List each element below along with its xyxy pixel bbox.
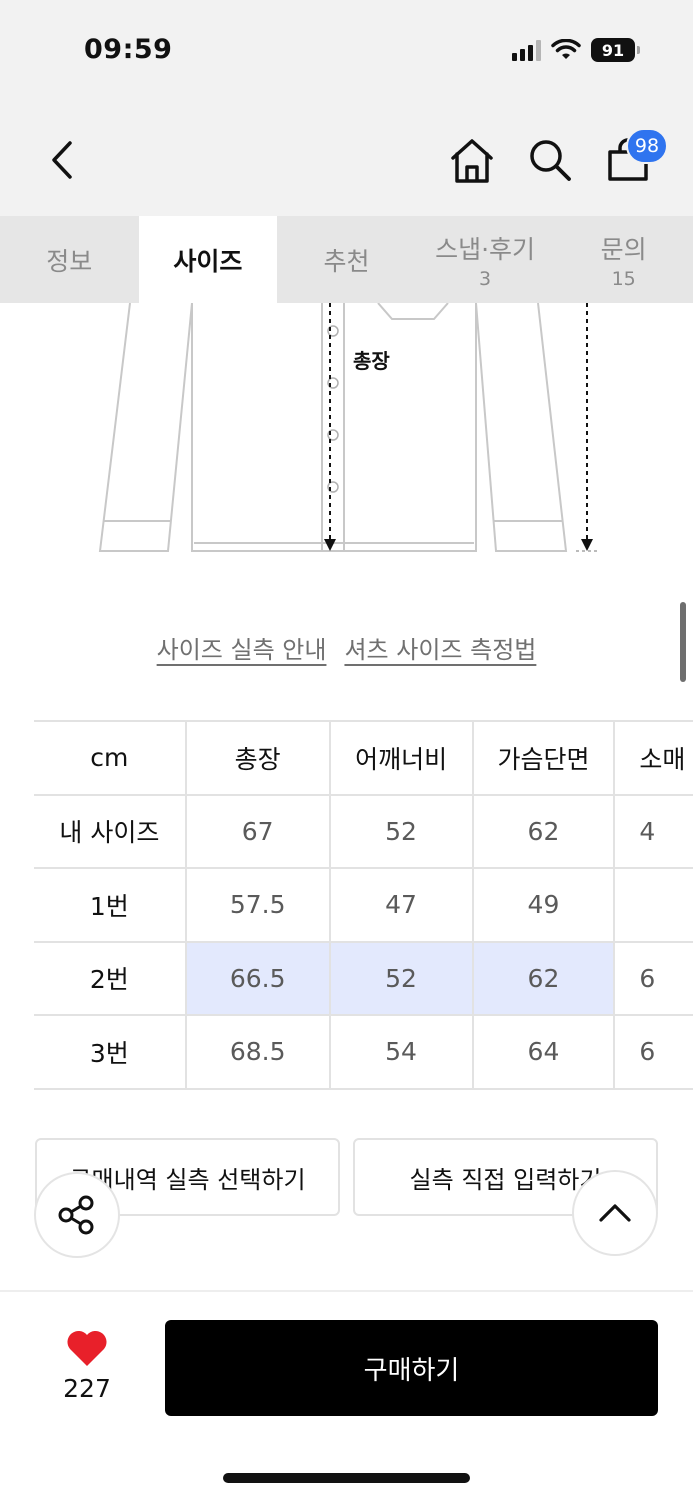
home-button[interactable] [446,134,498,186]
tab-label: 문의 [600,234,647,264]
tab-label: 사이즈 [173,246,243,276]
table-cell: 52 [329,793,474,869]
table-header-cell: cm [34,720,187,796]
table-cell: 67 [185,793,331,869]
tab-count: 15 [611,267,636,290]
size-table-container: cm 총장 어깨너비 가슴단면 소매 내 사이즈 67 52 62 4 1번 5… [0,700,693,1100]
table-cell: 64 [472,1014,616,1090]
header: 98 [0,100,693,216]
row-label: 3번 [34,1014,187,1090]
table-cell: 49 [472,867,616,943]
tab-bar: 정보 사이즈 추천 스냅·후기 3 문의 15 [0,216,693,303]
button-label: 실측 직접 입력하기 [409,1165,602,1194]
table-cell: 57.5 [185,867,331,943]
size-guide-links: 사이즈 실측 안내 셔츠 사이즈 측정법 [0,630,693,665]
table-cell: 62 [472,940,616,1016]
status-icons: 91 [512,38,640,62]
table-header-cell: 소매 [614,720,693,796]
scroll-to-top-button[interactable] [572,1170,658,1256]
tab-label: 스냅·후기 [435,234,536,264]
table-cell: 4 [614,793,693,869]
wifi-icon [551,39,581,59]
status-time: 09:59 [84,34,173,65]
table-header-cell: 어깨너비 [329,720,474,796]
share-button[interactable] [34,1172,120,1258]
tab-info[interactable]: 정보 [0,216,139,303]
chevron-up-icon [599,1204,631,1222]
cart-count-badge: 98 [626,128,668,164]
battery-level: 91 [601,40,625,60]
table-row: 3번 68.5 54 64 6 [34,1014,693,1090]
tab-label: 추천 [323,246,370,276]
size-guide-link[interactable]: 사이즈 실측 안내 [157,630,327,665]
tab-inquiry[interactable]: 문의 15 [554,216,693,303]
table-cell: 62 [472,793,616,869]
bottom-action-bar: 227 구매하기 [0,1290,693,1500]
row-label: 1번 [34,867,187,943]
cellular-signal-icon [512,39,541,61]
back-button[interactable] [38,136,86,184]
table-cell: 66.5 [185,940,331,1016]
like-count: 227 [63,1374,111,1403]
search-icon [530,140,571,181]
table-cell: 6 [614,1014,693,1090]
chevron-left-icon [52,141,72,179]
tab-count: 3 [479,267,492,290]
tab-size[interactable]: 사이즈 [138,216,278,303]
measure-method-link[interactable]: 셔츠 사이즈 측정법 [344,630,536,665]
search-button[interactable] [524,134,576,186]
home-icon [451,139,493,183]
diagram-length-label: 총장 [353,349,390,373]
table-row: 1번 57.5 47 49 [34,867,693,943]
home-indicator [223,1473,470,1483]
status-bar: 09:59 91 [0,0,693,100]
table-cell: 6 [614,940,693,1016]
button-label: 구매하기 [363,1355,460,1386]
row-label: 내 사이즈 [34,793,187,869]
heart-icon [67,1330,107,1366]
like-button[interactable]: 227 [48,1328,126,1403]
table-cell: 52 [329,940,474,1016]
tab-recommend[interactable]: 추천 [277,216,416,303]
table-cell: 68.5 [185,1014,331,1090]
table-header-row: cm 총장 어깨너비 가슴단면 소매 [34,720,693,796]
table-cell: 47 [329,867,474,943]
row-label: 2번 [34,940,187,1016]
size-diagram: 총장 [0,302,693,583]
table-cell: 54 [329,1014,474,1090]
shirt-diagram-illustration [98,302,600,552]
tab-snap-review[interactable]: 스냅·후기 3 [416,216,555,303]
table-row: 내 사이즈 67 52 62 4 [34,793,693,869]
table-header-cell: 총장 [185,720,331,796]
share-icon [58,1195,94,1235]
table-header-cell: 가슴단면 [472,720,616,796]
table-cell [614,867,693,943]
tab-label: 정보 [46,246,93,276]
table-row-highlighted: 2번 66.5 52 62 6 [34,940,693,1016]
battery-indicator: 91 [591,38,640,62]
buy-button[interactable]: 구매하기 [165,1320,658,1416]
size-table: cm 총장 어깨너비 가슴단면 소매 내 사이즈 67 52 62 4 1번 5… [34,720,693,1090]
